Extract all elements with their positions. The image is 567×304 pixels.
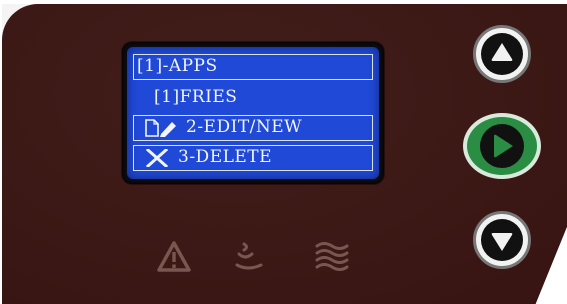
warning-icon: [157, 241, 191, 272]
menu-row-delete[interactable]: 3-DELETE: [133, 145, 373, 171]
down-button[interactable]: [473, 211, 531, 269]
menu-row-fries[interactable]: [1]FRIES: [133, 85, 373, 111]
menu-row-apps[interactable]: [1]-APPS: [133, 54, 373, 80]
select-button[interactable]: [463, 113, 541, 179]
x-icon: [145, 148, 169, 167]
up-button[interactable]: [473, 25, 531, 83]
lcd-screen: [1]-APPS [1]FRIES 2-EDIT/NEW 3-DELETE: [127, 47, 379, 179]
menu-row-label: 2-EDIT/NEW: [186, 117, 303, 137]
menu-row-edit-new[interactable]: 2-EDIT/NEW: [133, 115, 373, 141]
up-arrow-icon: [481, 33, 523, 75]
down-arrow-icon: [481, 219, 523, 261]
menu-row-label: [1]-APPS: [137, 56, 218, 76]
edit-icon: [145, 118, 176, 137]
heat-icon: [235, 242, 263, 270]
menu-row-label: 3-DELETE: [178, 147, 273, 167]
steam-icon: [315, 242, 349, 271]
menu-row-label: [1]FRIES: [154, 87, 238, 107]
play-arrow-icon: [480, 124, 524, 168]
